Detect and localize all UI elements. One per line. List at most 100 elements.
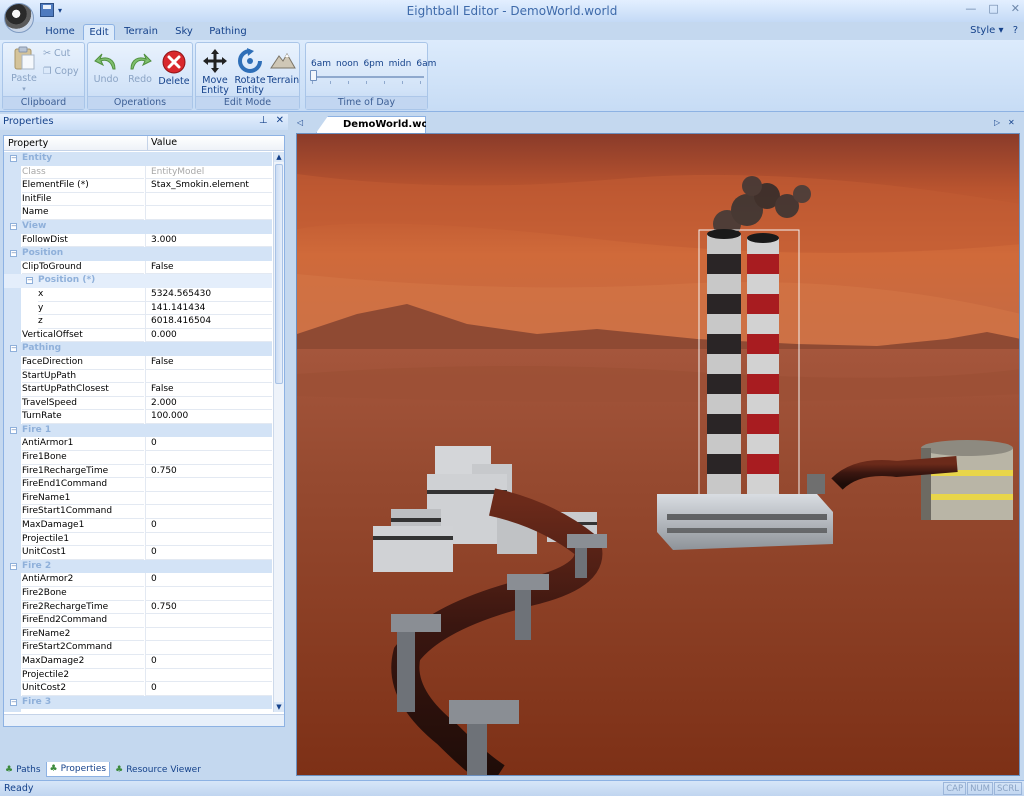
property-row[interactable]: Fire1RechargeTime 0.750	[4, 464, 272, 479]
collapse-toggle-icon[interactable]: −	[10, 250, 17, 258]
close-panel-icon[interactable]: ✕	[276, 115, 284, 126]
property-row[interactable]: MaxDamage1 0	[4, 519, 272, 533]
panel-tab-paths[interactable]: ♣ Paths	[2, 762, 44, 777]
property-category[interactable]: − View	[4, 219, 272, 234]
property-category[interactable]: − Fire 1	[4, 423, 272, 438]
tab-terrain[interactable]: Terrain	[118, 24, 164, 40]
scrollbar-thumb[interactable]	[275, 164, 283, 384]
terrain-mode-button[interactable]: Terrain	[267, 48, 299, 86]
property-value[interactable]	[145, 614, 272, 628]
collapse-toggle-icon[interactable]: −	[10, 698, 17, 706]
column-header-value[interactable]: Value	[147, 136, 177, 150]
property-value[interactable]	[145, 641, 272, 655]
property-category[interactable]: − Entity	[4, 152, 272, 166]
property-row[interactable]: StartUpPathClosest False	[4, 383, 272, 397]
help-icon[interactable]: ?	[1013, 25, 1018, 36]
property-value[interactable]: 141.141434	[145, 301, 272, 316]
property-row[interactable]: UnitCost2 0	[4, 682, 272, 696]
property-value[interactable]: 2.000	[145, 396, 272, 411]
property-category[interactable]: − Position	[4, 247, 272, 261]
property-row[interactable]: Name	[4, 206, 272, 220]
property-value[interactable]: 5324.565430	[145, 287, 272, 302]
property-value[interactable]: 6018.416504	[145, 315, 272, 329]
property-row[interactable]: FaceDirection False	[4, 355, 272, 370]
property-value[interactable]	[145, 587, 272, 601]
property-row[interactable]: Fire2RechargeTime 0.750	[4, 600, 272, 615]
property-value[interactable]: 0	[145, 573, 272, 587]
delete-button[interactable]: Delete	[158, 49, 190, 87]
tab-pathing[interactable]: Pathing	[204, 24, 252, 40]
paste-button[interactable]: Paste ▾	[7, 46, 41, 94]
property-value[interactable]	[145, 532, 272, 547]
undo-button[interactable]: Undo	[91, 51, 121, 85]
property-row[interactable]: AntiArmor2 0	[4, 573, 272, 587]
property-value[interactable]	[145, 206, 272, 220]
property-value[interactable]	[145, 478, 272, 492]
column-header-property[interactable]: Property	[8, 138, 48, 149]
property-grid-scrollbar[interactable]: ▲ ▼	[273, 152, 284, 712]
property-value[interactable]: 0	[145, 519, 272, 533]
close-document-icon[interactable]: ✕	[1008, 118, 1015, 127]
property-row[interactable]: Projectile2	[4, 668, 272, 683]
style-menu[interactable]: Style ▾ ?	[970, 25, 1018, 36]
move-entity-button[interactable]: Move Entity	[198, 48, 232, 96]
property-value[interactable]	[145, 627, 272, 642]
property-row[interactable]: FireName2	[4, 627, 272, 642]
property-value[interactable]	[145, 668, 272, 683]
tab-scroll-right-icon[interactable]: ▷	[994, 118, 1000, 127]
collapse-toggle-icon[interactable]: −	[10, 426, 17, 434]
tab-scroll-left-icon[interactable]: ◁	[297, 118, 303, 127]
scroll-up-icon[interactable]: ▲	[274, 152, 284, 162]
collapse-toggle-icon[interactable]: −	[10, 562, 17, 570]
minimize-icon[interactable]: —	[965, 2, 976, 15]
property-row[interactable]: ClipToGround False	[4, 260, 272, 275]
tab-home[interactable]: Home	[38, 24, 82, 40]
tab-edit[interactable]: Edit	[83, 24, 115, 40]
property-value[interactable]: 0	[145, 546, 272, 560]
property-row[interactable]: UnitCost1 0	[4, 546, 272, 560]
property-row[interactable]: AntiArmor1 0	[4, 437, 272, 452]
property-row[interactable]: FireEnd2Command	[4, 614, 272, 628]
collapse-toggle-icon[interactable]: −	[10, 345, 17, 353]
scene-render[interactable]	[297, 134, 1020, 776]
property-row[interactable]: FireStart1Command	[4, 505, 272, 520]
time-of-day-slider-thumb[interactable]	[310, 70, 317, 81]
collapse-toggle-icon[interactable]: −	[26, 277, 33, 285]
property-value[interactable]	[145, 505, 272, 520]
property-value[interactable]	[145, 491, 272, 506]
world-viewport[interactable]	[296, 133, 1020, 776]
property-row[interactable]: Fire2Bone	[4, 587, 272, 601]
time-of-day-slider-track[interactable]	[312, 76, 424, 78]
property-value[interactable]: 0.750	[145, 600, 272, 615]
property-value[interactable]: Stax_Smokin.element	[145, 179, 272, 193]
tab-sky[interactable]: Sky	[166, 24, 202, 40]
copy-button[interactable]: ❐ Copy	[43, 66, 79, 77]
property-value[interactable]: 0	[145, 654, 272, 669]
property-value[interactable]: False	[145, 355, 272, 370]
close-icon[interactable]: ✕	[1011, 2, 1020, 15]
rotate-entity-button[interactable]: Rotate Entity	[233, 48, 267, 96]
property-category[interactable]: − Pathing	[4, 342, 272, 356]
property-row[interactable]: FireEnd1Command	[4, 478, 272, 492]
property-row[interactable]: Class EntityModel	[4, 165, 272, 180]
property-row[interactable]: Projectile1	[4, 532, 272, 547]
panel-tab-resource-viewer[interactable]: ♣ Resource Viewer	[112, 762, 204, 777]
property-value[interactable]	[145, 192, 272, 207]
property-row[interactable]: Fire1Bone	[4, 451, 272, 465]
cut-button[interactable]: ✂ Cut	[43, 48, 70, 59]
property-category[interactable]: − Fire 2	[4, 559, 272, 574]
property-row[interactable]: FireStart2Command	[4, 641, 272, 655]
property-value[interactable]: 0	[145, 682, 272, 696]
property-category[interactable]: − Fire 3	[4, 695, 272, 710]
property-value[interactable]	[145, 369, 272, 384]
collapse-toggle-icon[interactable]: −	[10, 155, 17, 162]
property-row[interactable]: MaxDamage2 0	[4, 654, 272, 669]
storage-tank-entity[interactable]	[921, 440, 1013, 520]
property-value[interactable]: 3.000	[145, 233, 272, 248]
property-row[interactable]: x 5324.565430	[4, 287, 272, 302]
property-value[interactable]: 0.000	[145, 328, 272, 343]
property-row[interactable]: StartUpPath	[4, 369, 272, 384]
property-category[interactable]: − Position (*)	[4, 274, 272, 288]
application-menu-button[interactable]	[4, 3, 34, 33]
property-value[interactable]: False	[145, 383, 272, 397]
